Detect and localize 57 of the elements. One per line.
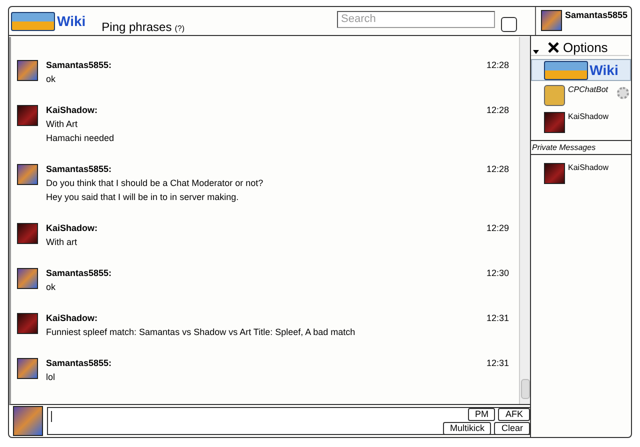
- message-time: 12:29: [486, 223, 509, 233]
- message-author: Samantas5855:: [46, 164, 112, 174]
- message-text: ok: [46, 282, 57, 292]
- message-author: KaiShadow:: [46, 313, 98, 323]
- message-text: With Art: [46, 119, 79, 129]
- user-list-item[interactable]: KaiShadow: [531, 159, 631, 186]
- message-author: KaiShadow:: [46, 223, 98, 233]
- message-text: ok: [46, 74, 57, 84]
- message-author: Samantas5855:: [46, 358, 112, 368]
- chat-button[interactable]: PM: [468, 408, 496, 421]
- message-time: 12:30: [486, 268, 509, 278]
- room-title: Ping phrases: [102, 20, 172, 34]
- message-text: Hey you said that I will be in to in server making.: [46, 192, 240, 202]
- search-button[interactable]: [501, 17, 517, 32]
- scrollbar[interactable]: [519, 37, 530, 404]
- message-author: KaiShadow:: [46, 105, 98, 115]
- username: Samantas5855: [565, 10, 628, 20]
- message-time: 12:28: [486, 105, 509, 115]
- avatar-image: [17, 223, 38, 244]
- user-list-item[interactable]: CPChatBot: [531, 81, 631, 108]
- section-heading: Private Messages: [531, 140, 631, 155]
- logo-text: Wiki: [57, 13, 86, 29]
- avatar-image: [13, 406, 43, 436]
- avatar-image: [544, 85, 565, 106]
- gear-icon[interactable]: [617, 87, 629, 99]
- message-time: 12:31: [486, 358, 509, 368]
- avatar-image: [17, 164, 38, 185]
- avatar-image: [17, 60, 38, 81]
- scroll-thumb[interactable]: [521, 379, 530, 399]
- avatar-image: [541, 10, 562, 31]
- avatar-image: [17, 268, 38, 289]
- chat-button[interactable]: Clear: [494, 422, 530, 435]
- avatar-image: [17, 105, 38, 126]
- message-text: Funniest spleef match: Samantas vs Shadow vs Art Title: Spleef, A bad match: [46, 327, 356, 337]
- message-author: Samantas5855:: [46, 268, 112, 278]
- chat-button[interactable]: AFK: [498, 408, 530, 421]
- avatar-image: [544, 112, 565, 133]
- logo-icon: [544, 60, 588, 80]
- message-time: 12:28: [486, 164, 509, 174]
- chat-button[interactable]: Multikick: [442, 422, 492, 435]
- logo-text: Wiki: [590, 62, 618, 78]
- options-button[interactable]: Options: [547, 40, 608, 55]
- message-text: lol: [46, 372, 56, 382]
- search-field[interactable]: Search: [337, 10, 495, 28]
- message-author: Samantas5855:: [46, 60, 112, 70]
- user-list-item[interactable]: KaiShadow: [531, 108, 631, 135]
- message-time: 12:31: [486, 313, 509, 323]
- avatar-image: [17, 358, 38, 379]
- message-text: Hamachi needed: [46, 133, 116, 143]
- logo-icon: [11, 12, 55, 30]
- message-text: Do you think that I should be a Chat Moderator or not?: [46, 178, 264, 188]
- help-link[interactable]: (?): [174, 24, 184, 33]
- avatar-image: [544, 163, 565, 184]
- message-input[interactable]: PM AFK Multikick Clear: [47, 407, 531, 435]
- avatar-image: [17, 313, 38, 334]
- message-text: With art: [46, 237, 78, 247]
- message-time: 12:28: [486, 60, 509, 70]
